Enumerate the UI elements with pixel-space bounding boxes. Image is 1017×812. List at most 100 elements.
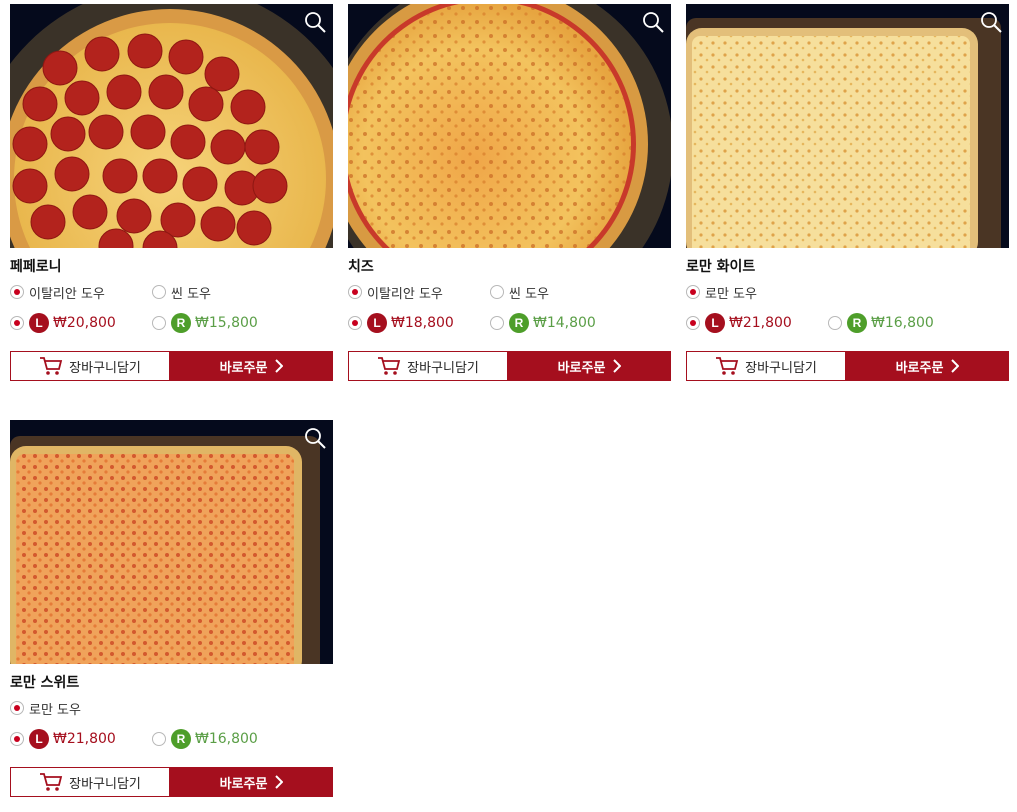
chevron-right-icon — [613, 359, 622, 373]
dough-option-thin[interactable]: 씬 도우 — [152, 283, 294, 302]
dough-label: 이탈리안 도우 — [367, 286, 443, 302]
size-option-large[interactable]: L ₩21,800 — [10, 729, 152, 749]
dough-options: 이탈리안 도우 씬 도우 — [348, 280, 671, 304]
radio-selected[interactable] — [10, 701, 24, 715]
price-regular: ₩16,800 — [871, 315, 934, 331]
action-buttons: 장바구니담기 바로주문 — [348, 351, 671, 381]
large-badge: L — [367, 313, 387, 333]
size-option-large[interactable]: L ₩18,800 — [348, 313, 490, 333]
add-to-cart-button[interactable]: 장바구니담기 — [686, 351, 846, 381]
cart-icon — [40, 357, 63, 375]
zoom-icon[interactable] — [303, 426, 327, 450]
product-image[interactable] — [10, 4, 333, 248]
large-badge: L — [29, 729, 49, 749]
radio-unselected[interactable] — [490, 316, 504, 330]
action-buttons: 장바구니담기 바로주문 — [10, 351, 333, 381]
zoom-icon[interactable] — [979, 10, 1003, 34]
product-card-cheese: 치즈 이탈리안 도우 씬 도우 L ₩18,800 R ₩14,800 장바구니담기… — [348, 4, 671, 381]
size-options: L ₩21,800 R ₩16,800 — [10, 727, 333, 751]
product-image[interactable] — [10, 420, 333, 664]
dough-label: 이탈리안 도우 — [29, 286, 105, 302]
zoom-icon[interactable] — [303, 10, 327, 34]
chevron-right-icon — [275, 359, 284, 373]
size-option-regular[interactable]: R ₩14,800 — [490, 313, 632, 333]
radio-unselected[interactable] — [828, 316, 842, 330]
add-to-cart-button[interactable]: 장바구니담기 — [10, 351, 170, 381]
add-to-cart-button[interactable]: 장바구니담기 — [10, 767, 170, 797]
cart-label: 장바구니담기 — [69, 360, 141, 376]
chevron-right-icon — [275, 775, 284, 789]
product-card-roman-sweet: 로만 스위트 로만 도우 L ₩21,800 R ₩16,800 장바구니담기 바로… — [10, 420, 333, 797]
size-option-regular[interactable]: R ₩16,800 — [828, 313, 970, 333]
regular-badge: R — [509, 313, 529, 333]
dough-label: 씬 도우 — [171, 286, 212, 302]
size-options: L ₩21,800 R ₩16,800 — [686, 311, 1009, 335]
dough-label: 로만 도우 — [705, 286, 757, 302]
action-buttons: 장바구니담기 바로주문 — [10, 767, 333, 797]
cart-label: 장바구니담기 — [69, 776, 141, 792]
regular-badge: R — [171, 729, 191, 749]
order-now-button[interactable]: 바로주문 — [508, 351, 671, 381]
order-label: 바로주문 — [219, 776, 268, 792]
product-title: 로만 스위트 — [10, 675, 80, 691]
order-label: 바로주문 — [219, 360, 268, 376]
dough-option-italian[interactable]: 이탈리안 도우 — [10, 283, 152, 302]
cart-icon — [40, 773, 63, 791]
dough-option-roman[interactable]: 로만 도우 — [10, 699, 152, 718]
product-title: 치즈 — [348, 259, 374, 275]
radio-selected[interactable] — [10, 316, 24, 330]
radio-selected[interactable] — [348, 316, 362, 330]
large-badge: L — [29, 313, 49, 333]
price-regular: ₩15,800 — [195, 315, 258, 331]
order-now-button[interactable]: 바로주문 — [170, 767, 333, 797]
price-regular: ₩16,800 — [195, 731, 258, 747]
size-option-regular[interactable]: R ₩15,800 — [152, 313, 294, 333]
regular-badge: R — [171, 313, 191, 333]
action-buttons: 장바구니담기 바로주문 — [686, 351, 1009, 381]
size-option-large[interactable]: L ₩21,800 — [686, 313, 828, 333]
order-label: 바로주문 — [557, 360, 606, 376]
product-card-pepperoni: 페페로니 이탈리안 도우 씬 도우 L ₩20,800 R ₩15,800 장바구니… — [10, 4, 333, 381]
regular-badge: R — [847, 313, 867, 333]
dough-options: 로만 도우 — [686, 280, 1009, 304]
product-card-roman-white: 로만 화이트 로만 도우 L ₩21,800 R ₩16,800 장바구니담기 바로… — [686, 4, 1009, 381]
chevron-right-icon — [951, 359, 960, 373]
dough-label: 씬 도우 — [509, 286, 550, 302]
cart-icon — [378, 357, 401, 375]
radio-unselected[interactable] — [152, 316, 166, 330]
dough-options: 이탈리안 도우 씬 도우 — [10, 280, 333, 304]
price-regular: ₩14,800 — [533, 315, 596, 331]
size-option-large[interactable]: L ₩20,800 — [10, 313, 152, 333]
product-image[interactable] — [686, 4, 1009, 248]
order-label: 바로주문 — [895, 360, 944, 376]
product-image[interactable] — [348, 4, 671, 248]
price-large: ₩21,800 — [729, 315, 792, 331]
zoom-icon[interactable] — [641, 10, 665, 34]
product-title: 로만 화이트 — [686, 259, 756, 275]
dough-label: 로만 도우 — [29, 702, 81, 718]
price-large: ₩20,800 — [53, 315, 116, 331]
radio-unselected[interactable] — [490, 285, 504, 299]
large-badge: L — [705, 313, 725, 333]
price-large: ₩21,800 — [53, 731, 116, 747]
radio-selected[interactable] — [348, 285, 362, 299]
size-options: L ₩20,800 R ₩15,800 — [10, 311, 333, 335]
cart-icon — [716, 357, 739, 375]
dough-option-thin[interactable]: 씬 도우 — [490, 283, 632, 302]
radio-selected[interactable] — [686, 285, 700, 299]
size-option-regular[interactable]: R ₩16,800 — [152, 729, 294, 749]
radio-selected[interactable] — [10, 285, 24, 299]
price-large: ₩18,800 — [391, 315, 454, 331]
size-options: L ₩18,800 R ₩14,800 — [348, 311, 671, 335]
radio-unselected[interactable] — [152, 732, 166, 746]
radio-selected[interactable] — [686, 316, 700, 330]
order-now-button[interactable]: 바로주문 — [846, 351, 1009, 381]
radio-selected[interactable] — [10, 732, 24, 746]
order-now-button[interactable]: 바로주문 — [170, 351, 333, 381]
add-to-cart-button[interactable]: 장바구니담기 — [348, 351, 508, 381]
radio-unselected[interactable] — [152, 285, 166, 299]
dough-options: 로만 도우 — [10, 696, 333, 720]
product-title: 페페로니 — [10, 259, 62, 275]
dough-option-italian[interactable]: 이탈리안 도우 — [348, 283, 490, 302]
dough-option-roman[interactable]: 로만 도우 — [686, 283, 828, 302]
